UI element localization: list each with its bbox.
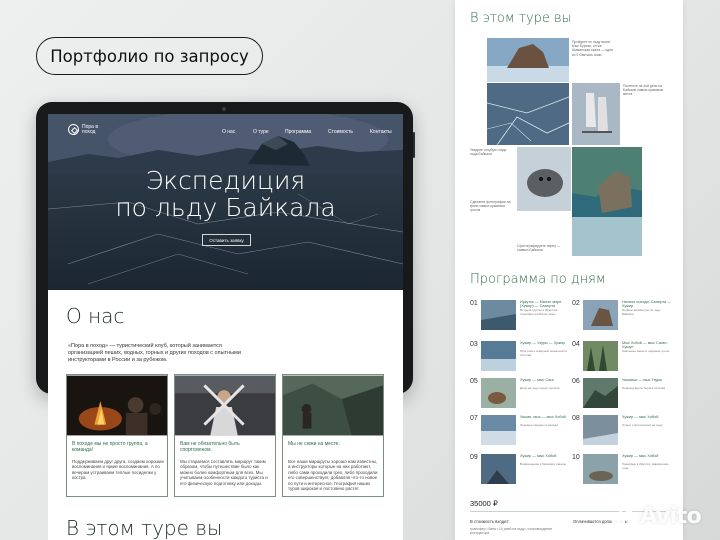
tablet-camera [222, 107, 226, 111]
day-text: День на льду среди торосов [520, 386, 560, 390]
shaman-rock-photo [487, 38, 569, 82]
card-title: Вам не обязательно быть спортсменом. [180, 441, 240, 453]
day-item: 05 Хужир — мыс Сага День на льду среди т… [470, 378, 570, 412]
logo-mark-icon [68, 124, 79, 135]
day-item: 01 Иркутск — Малое море (Хужир) — Сахюрт… [470, 300, 570, 334]
program-heading: Программа по дням [470, 272, 606, 287]
about-text: «Пора в поход» — туристический клуб, кот… [68, 343, 241, 363]
day-number: 09 [470, 454, 478, 461]
skates-photo [572, 83, 620, 145]
mountain-photo [283, 375, 383, 436]
tour-heading: В этом туре вы [470, 11, 572, 26]
photo-caption: Пройдете по льду возле Мыс Бурхан, он же… [572, 40, 613, 57]
day-number: 10 [572, 454, 580, 461]
feature-card: В походе мы не просто группа, а команда!… [66, 374, 168, 497]
day-number: 04 [572, 341, 580, 348]
portfolio-badge[interactable]: Портфолио по запросу [36, 37, 263, 75]
avito-watermark: Avito [612, 504, 702, 529]
hero-section: Пора в поход О нас О туре Программа Стои… [48, 114, 403, 290]
day-thumbnail [583, 378, 618, 408]
card-text: Поддерживаем друг друга, создаем хорошие… [72, 459, 164, 481]
nav-contacts[interactable]: Контакты [370, 129, 392, 135]
avito-text: Avito [640, 504, 702, 529]
day-number: 03 [470, 341, 478, 348]
day-thumbnail [481, 300, 516, 330]
day-item: 06 Ушканьи — мыс Узуры Переход вдоль бер… [572, 378, 672, 412]
day-title: Хужир — Узуры — Хужир [520, 341, 565, 345]
day-text: Возвращение к базовому лагерю [520, 462, 567, 466]
day-thumbnail [583, 454, 618, 484]
day-title: Хужир — мыс Сага [520, 378, 554, 382]
day-thumbnail [583, 415, 618, 445]
day-thumbnail [583, 341, 618, 371]
photo-caption: Сфотографируете нерпу — символ Байкала [517, 244, 561, 253]
day-title: Ушкан. мыс — мыс Хобой [520, 415, 566, 419]
day-item: 03 Хужир — Узуры — Хужир Прогулка к севе… [470, 341, 570, 375]
day-title: Ушканьи — мыс Узуры [622, 378, 663, 382]
day-text: Ледовые пещеры и наледи [520, 423, 558, 427]
hero-title: Экспедиция по льду Байкала [48, 167, 403, 221]
day-item: 02 Начало похода. Сахюрта — Хужир Первые… [572, 300, 672, 334]
day-number: 05 [470, 378, 478, 385]
day-title: Хужир — мыс Хобой [520, 454, 557, 458]
nav-tour[interactable]: О туре [253, 129, 269, 135]
day-text: Трансфер в Иркутск, завершение тура [622, 462, 669, 470]
day-title: Хужир — мыс Хобой [622, 454, 659, 458]
hero-title-line-2: по льду Байкала [115, 193, 336, 222]
day-number: 08 [572, 415, 580, 422]
day-item: 07 Ушкан. мыс — мыс Хобой Ледовые пещеры… [470, 415, 570, 449]
day-text: Скальные мысы и ледяные гроты [622, 349, 669, 353]
feature-cards: В походе мы не просто группа, а команда!… [66, 374, 386, 497]
included-text: трансфер • баня • 10 дней на льду • сопр… [470, 527, 553, 535]
included-label: В стоимость входит: [470, 519, 510, 524]
day-number: 01 [470, 300, 478, 307]
day-text: Переход вдоль берега острова [622, 386, 666, 390]
campfire-photo [67, 375, 167, 436]
feature-card: Мы не сюжи на месте. Все наши маршруты х… [282, 374, 384, 497]
page-preview: В этом туре вы Пройдете по льду возле Мы… [455, 0, 683, 540]
day-text: Встреча группы в Иркутске, трансфер на М… [520, 308, 559, 316]
day-number: 06 [572, 378, 580, 385]
ice-photo [487, 83, 569, 145]
avito-logo-icon [612, 504, 636, 529]
day-thumbnail [583, 300, 618, 330]
photo-caption: Посетите на 4ой день на Байкале самые кр… [623, 84, 664, 97]
day-item: 10 Хужир — мыс Хобой Трансфер в Иркутск,… [572, 454, 672, 488]
feature-card: Вам не обязательно быть спортсменом. Мы … [174, 374, 276, 497]
nav-about[interactable]: О нас [222, 129, 235, 135]
card-text: Мы стараемся составлять маршрут таким об… [180, 459, 268, 486]
day-item: 08 Хужир — мыс Хобой Отдых и фотосессия … [572, 415, 672, 449]
day-item: 09 Хужир — мыс Хобой Возвращение к базов… [470, 454, 570, 488]
gym-photo [175, 375, 275, 436]
tour-section-title: В этом туре вы [66, 516, 223, 540]
website-screen: Пора в поход О нас О туре Программа Стои… [48, 114, 403, 540]
day-thumbnail [481, 454, 516, 484]
tour-price: 35000 ₽ [470, 499, 498, 508]
logo-text: Пора в поход [82, 123, 98, 135]
day-number: 02 [572, 300, 580, 307]
apply-button[interactable]: Оставить заявку [202, 234, 251, 246]
hero-title-line-1: Экспедиция [145, 166, 306, 195]
day-text: Отдых и фотосессия на льду [622, 423, 663, 427]
day-text: Первые километры по льду Байкала [622, 308, 661, 316]
nav-price[interactable]: Стоимость [328, 129, 353, 135]
tablet-side-button [413, 132, 415, 158]
seal-photo [517, 147, 571, 211]
about-title: О нас [66, 304, 125, 328]
card-title: В походе мы не просто группа, а команда! [72, 441, 148, 453]
day-thumbnail [481, 341, 516, 371]
photo-caption: Сделаете фотографии на фоне самых красив… [470, 200, 511, 213]
day-text: Прогулка к северной оконечности острова [520, 349, 568, 357]
day-title: Хужир — мыс Хобой [622, 415, 659, 419]
day-item: 04 Мыс Хобой — мыс Саган-Хушун Скальные … [572, 341, 672, 375]
nav-program[interactable]: Программа [285, 129, 311, 135]
card-text: Все наши маршруты хорошо нам известны, а… [288, 459, 378, 492]
grotto-photo [572, 147, 642, 256]
day-thumbnail [481, 415, 516, 445]
card-title: Мы не сюжи на месте. [288, 441, 340, 447]
day-number: 07 [470, 415, 478, 422]
site-logo[interactable]: Пора в поход [68, 124, 104, 135]
day-thumbnail [481, 378, 516, 408]
photo-caption: Увидите голубую гладь льда Байкала [470, 148, 507, 157]
